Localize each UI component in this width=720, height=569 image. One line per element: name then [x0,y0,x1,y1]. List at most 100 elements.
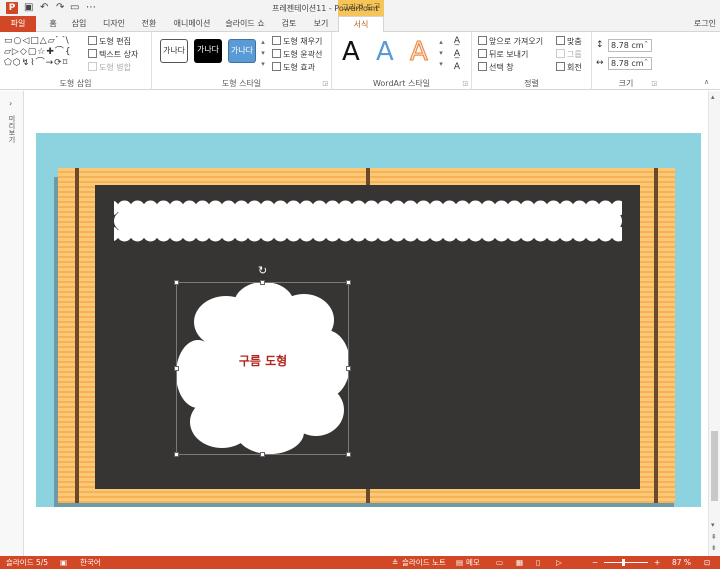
text-box-button[interactable]: 텍스트 상자 [88,49,138,60]
save-icon[interactable]: ▣ [24,1,33,15]
zoom-slider-thumb[interactable] [622,559,625,566]
resize-handle-se[interactable] [346,452,351,457]
selection-pane-icon [478,62,487,71]
normal-view-icon[interactable]: ▭ [496,556,503,569]
edit-shape-button[interactable]: 도형 편집 [88,36,131,47]
zoom-slider[interactable] [604,562,648,563]
rotate-button[interactable]: 회전 [556,62,582,73]
tab-design[interactable]: 디자인 [98,16,130,32]
dialog-launcher-icon[interactable]: ◲ [462,80,468,87]
style-preset-2[interactable]: 가나다 [194,39,222,63]
scroll-down-icon[interactable]: ▾ [711,521,715,529]
align-button[interactable]: 맞춤 [556,36,582,47]
zoom-out-button[interactable]: − [592,556,598,569]
tab-review[interactable]: 검토 [274,16,304,32]
slide-sorter-icon[interactable]: ▦ [516,556,523,569]
wordart-sample-blue[interactable]: A [376,38,394,66]
comments-button[interactable]: 메모 [466,556,480,569]
gallery-down-icon[interactable]: ▾ [258,49,268,57]
tab-view[interactable]: 보기 [306,16,336,32]
gallery-more-icon[interactable]: ▾ [258,60,268,68]
shape-outline-button[interactable]: 도형 윤곽선 [272,49,322,60]
shapes-gallery[interactable]: ▭○◁□△▱⌒\ ▱▷◇▢☆✚⌒{ ⬠⬡↯⌇⌒→⟳⌑ [4,36,84,70]
resize-handle-ne[interactable] [346,280,351,285]
send-backward-icon [478,49,487,58]
text-effects-icon[interactable]: A [450,62,464,72]
dialog-launcher-icon[interactable]: ◲ [322,80,328,87]
shape-effects-button[interactable]: 도형 효과 [272,62,315,73]
next-slide-icon[interactable]: ⇟ [711,544,717,552]
shape-fill-button[interactable]: 도형 채우기 [272,36,322,47]
slideshow-icon[interactable]: ▷ [556,556,562,569]
scrollbar-thumb[interactable] [711,431,718,501]
group-arrange: 앞으로 가져오기 뒤로 보내기 선택 창 맞춤 그룹 회전 정렬 [472,32,592,90]
spellcheck-icon[interactable]: ▣ [60,556,67,569]
text-fill-icon[interactable]: A̲ [450,36,464,46]
ribbon: ▭○◁□△▱⌒\ ▱▷◇▢☆✚⌒{ ⬠⬡↯⌇⌒→⟳⌑ 도형 편집 텍스트 상자 … [0,32,720,90]
wordart-sample-plain[interactable]: A [342,38,360,66]
group-button[interactable]: 그룹 [556,49,582,60]
tab-home[interactable]: 홈 [40,16,66,32]
resize-handle-n[interactable] [260,280,265,285]
rotate-handle-icon[interactable]: ↻ [258,265,267,276]
tab-animations[interactable]: 애니메이션 [168,16,216,32]
merge-shapes-button[interactable]: 도형 병합 [88,62,131,73]
tab-insert[interactable]: 삽입 [66,16,92,32]
tab-transitions[interactable]: 전환 [134,16,164,32]
thumbnail-pane-label[interactable]: 미리보기 [6,115,18,143]
shape-width-field[interactable]: 8.78 cm [608,57,652,70]
group-insert-shapes: ▭○◁□△▱⌒\ ▱▷◇▢☆✚⌒{ ⬠⬡↯⌇⌒→⟳⌑ 도형 편집 텍스트 상자 … [0,32,152,90]
gallery-more-icon[interactable]: ▾ [436,60,446,68]
wordart-sample-orange[interactable]: A [410,38,429,67]
pencil-icon [272,49,281,58]
scroll-up-icon[interactable]: ▴ [711,93,715,101]
start-from-beginning-icon[interactable]: ▭ [70,1,79,15]
text-outline-icon[interactable]: A̲ [450,49,464,59]
rotate-icon [556,62,565,71]
resize-handle-s[interactable] [260,452,265,457]
gallery-up-icon[interactable]: ▴ [436,38,446,46]
vertical-scrollbar[interactable]: ▴ ▾ ⇞ ⇟ [708,91,720,556]
previous-slide-icon[interactable]: ⇞ [711,533,717,541]
tab-format[interactable]: 서식 [338,16,384,33]
shape-height-field[interactable]: 8.78 cm [608,39,652,52]
resize-handle-sw[interactable] [174,452,179,457]
login-link[interactable]: 로그인 [694,18,716,29]
scalloped-banner-shape[interactable] [114,200,622,242]
group-shape-styles: 가나다 가나다 가나다 ▴ ▾ ▾ 도형 채우기 도형 윤곽선 도형 효과 도형… [152,32,332,90]
language-indicator[interactable]: 한국어 [80,556,101,569]
ribbon-tabs: 파일 홈 삽입 디자인 전환 애니메이션 슬라이드 쇼 검토 보기 서식 [0,16,720,33]
gallery-up-icon[interactable]: ▴ [258,38,268,46]
zoom-level[interactable]: 87 % [672,556,691,569]
reading-view-icon[interactable]: ▯ [536,556,540,569]
group-wordart-styles: A A A ▴ ▾ ▾ A̲ A̲ A WordArt 스타일 ◲ [332,32,472,90]
resize-handle-nw[interactable] [174,280,179,285]
notes-button[interactable]: 슬라이드 노트 [402,556,446,569]
undo-icon[interactable]: ↶ [40,1,48,15]
bring-forward-button[interactable]: 앞으로 가져오기 [478,36,543,47]
send-backward-button[interactable]: 뒤로 보내기 [478,49,528,60]
comments-icon: ▤ [456,558,464,567]
redo-icon[interactable]: ↷ [56,1,64,15]
tab-file[interactable]: 파일 [0,16,36,32]
collapse-ribbon-icon[interactable]: ∧ [704,78,709,86]
gallery-down-icon[interactable]: ▾ [436,49,446,57]
expand-pane-icon[interactable]: › [9,99,12,108]
group-label: 정렬 [524,79,539,88]
zoom-in-button[interactable]: + [654,556,660,569]
board-post-right [654,168,658,503]
resize-handle-e[interactable] [346,366,351,371]
selection-pane-button[interactable]: 선택 창 [478,62,514,73]
style-preset-1[interactable]: 가나다 [160,39,188,63]
fit-to-window-icon[interactable]: ⊡ [704,556,710,569]
tab-slideshow[interactable]: 슬라이드 쇼 [220,16,270,32]
group-label: 도형 스타일 [221,79,262,88]
more-icon[interactable]: ⋯ [86,1,96,15]
style-preset-3[interactable]: 가나다 [228,39,256,63]
resize-handle-w[interactable] [174,366,179,371]
merge-shapes-icon [88,62,97,71]
dialog-launcher-icon[interactable]: ◲ [651,80,657,87]
group-size: ↕ 8.78 cm ↔ 8.78 cm 크기 ◲ [592,32,660,90]
board-post-bottom-mid [366,489,370,503]
status-bar: 슬라이드 5/5 ▣ 한국어 ≗ 슬라이드 노트 ▤ 메모 ▭ ▦ ▯ ▷ − … [0,556,720,569]
